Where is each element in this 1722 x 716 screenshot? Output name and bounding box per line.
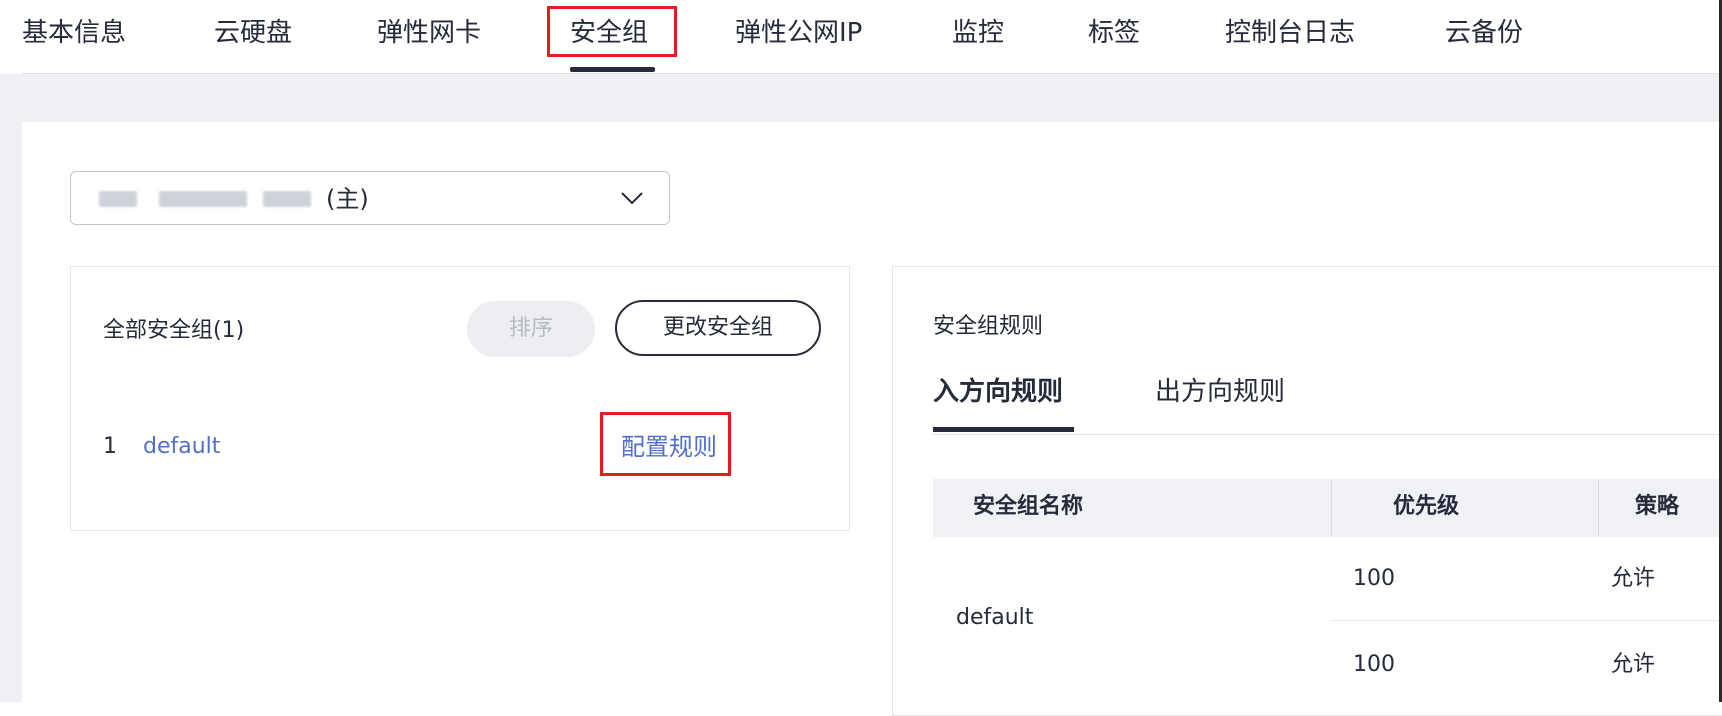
chevron-down-icon[interactable] — [618, 184, 646, 212]
tab-tags[interactable]: 标签 — [1088, 16, 1140, 50]
tab-outbound-rules[interactable]: 出方向规则 — [1155, 375, 1285, 409]
redacted-text — [263, 191, 311, 207]
rule-priority: 100 — [1353, 566, 1395, 591]
table-row-divider — [1331, 620, 1722, 621]
security-group-index: 1 — [103, 434, 117, 459]
rules-title: 安全组规则 — [933, 314, 1044, 339]
tab-cloud-disk[interactable]: 云硬盘 — [214, 16, 292, 50]
column-header-group-name: 安全组名称 — [973, 494, 1084, 519]
rule-policy: 允许 — [1611, 652, 1656, 677]
security-group-rules-card: 安全组规则 入方向规则 出方向规则 安全组名称 优先级 策略 default 1… — [892, 266, 1722, 716]
rules-table-header: 安全组名称 优先级 策略 — [933, 479, 1722, 537]
column-header-priority: 优先级 — [1393, 494, 1460, 519]
tab-elastic-nic[interactable]: 弹性网卡 — [377, 16, 481, 50]
nic-select[interactable]: (主) — [70, 171, 670, 225]
rules-tabs-divider — [933, 434, 1722, 435]
configure-rules-highlight-box — [600, 412, 731, 476]
rule-policy: 允许 — [1611, 566, 1656, 591]
redacted-text — [99, 191, 137, 207]
column-header-policy: 策略 — [1635, 494, 1680, 519]
active-tab-indicator — [570, 67, 655, 72]
tab-bar: 基本信息 云硬盘 弹性网卡 安全组 弹性公网IP 监控 标签 控制台日志 云备份 — [0, 0, 1722, 74]
active-rules-tab-indicator — [933, 427, 1074, 432]
rule-priority: 100 — [1353, 652, 1395, 677]
security-group-list-title: 全部安全组(1) — [103, 318, 245, 343]
tab-monitoring[interactable]: 监控 — [952, 16, 1004, 50]
column-divider — [1598, 479, 1599, 537]
tab-basic-info[interactable]: 基本信息 — [22, 16, 126, 50]
tab-elastic-public-ip[interactable]: 弹性公网IP — [735, 16, 862, 50]
tab-cloud-backup[interactable]: 云备份 — [1445, 16, 1523, 50]
active-tab-highlight-box — [547, 6, 677, 57]
security-group-name-link[interactable]: default — [143, 432, 220, 462]
tab-inbound-rules[interactable]: 入方向规则 — [933, 375, 1063, 409]
column-divider — [1331, 479, 1332, 537]
sort-button[interactable]: 排序 — [467, 301, 595, 357]
rule-group-name: default — [956, 605, 1034, 630]
tab-console-log[interactable]: 控制台日志 — [1225, 16, 1355, 50]
nic-select-suffix: (主) — [326, 185, 369, 213]
redacted-text — [159, 191, 247, 207]
change-security-group-button[interactable]: 更改安全组 — [615, 300, 821, 356]
security-group-list-card: 全部安全组(1) 排序 更改安全组 1 default 配置规则 — [70, 266, 850, 531]
